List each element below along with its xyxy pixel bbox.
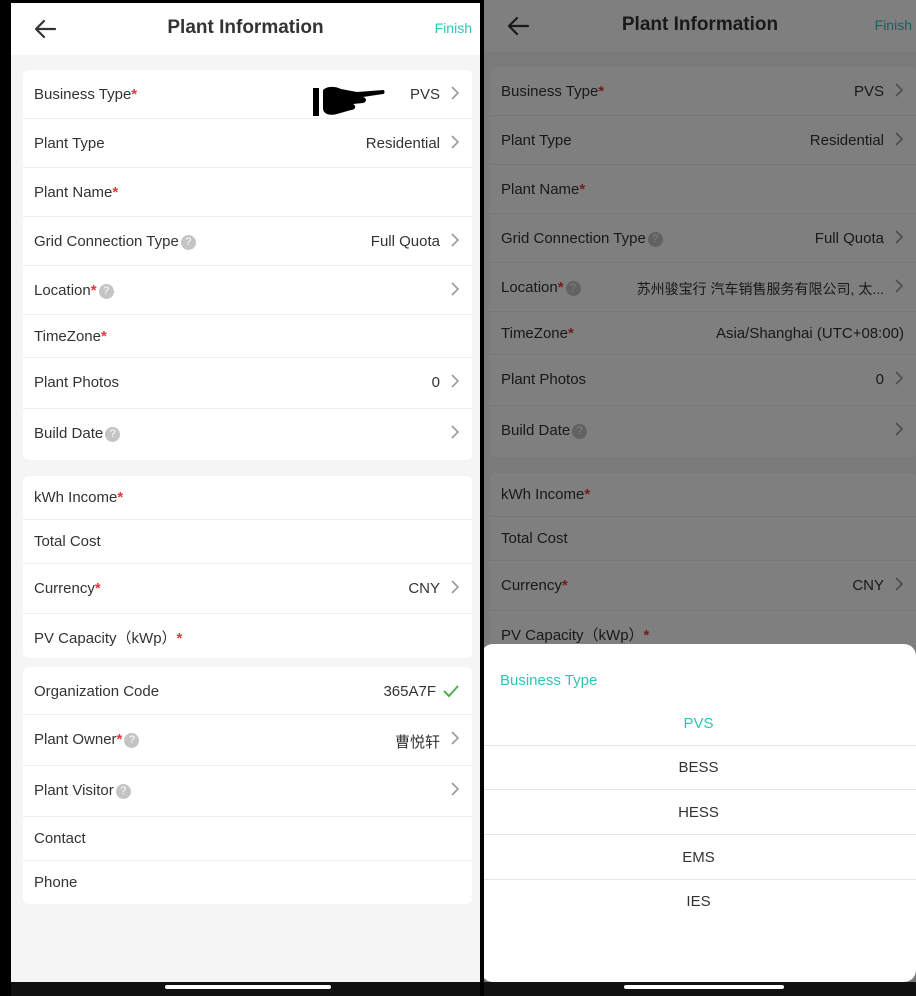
- grid-connection-type-label: Grid Connection Type: [34, 233, 179, 250]
- row-plant-visitor[interactable]: Plant Visitor?: [23, 766, 472, 817]
- row-plant-owner[interactable]: Plant Owner*? 曹悦轩: [23, 715, 472, 766]
- business-type-label: Business Type: [34, 86, 132, 103]
- kwh-income-label: kWh Income: [34, 489, 118, 506]
- option-ies[interactable]: IES: [484, 880, 916, 924]
- row-plant-name[interactable]: Plant Name*: [23, 168, 472, 217]
- chevron-right-icon: [451, 580, 460, 594]
- row-timezone[interactable]: TimeZone*: [23, 315, 472, 358]
- contact-label: Contact: [34, 830, 86, 847]
- row-location[interactable]: Location*?: [23, 266, 472, 315]
- required-star: *: [112, 184, 119, 201]
- row-phone[interactable]: Phone: [23, 861, 472, 904]
- option-ems[interactable]: EMS: [484, 836, 916, 880]
- row-contact[interactable]: Contact: [23, 817, 472, 861]
- chevron-right-icon: [451, 135, 460, 149]
- chevron-right-icon: [451, 425, 460, 439]
- row-business-type[interactable]: Business Type* PVS: [23, 70, 472, 119]
- plant-info-screen-right: Plant Information Finish Business Type* …: [484, 0, 916, 996]
- required-star: *: [100, 328, 107, 345]
- option-pvs[interactable]: PVS: [484, 702, 916, 746]
- chevron-right-icon: [451, 782, 460, 796]
- chevron-right-icon: [451, 731, 460, 745]
- plant-owner-label: Plant Owner: [34, 731, 117, 748]
- currency-label: Currency: [34, 580, 95, 597]
- pv-capacity-label: PV Capacity（kWp）: [34, 630, 177, 647]
- required-star: *: [116, 731, 123, 748]
- grid-connection-type-value: Full Quota: [370, 233, 440, 250]
- currency-value: CNY: [408, 580, 440, 597]
- row-plant-type[interactable]: Plant Type Residential: [23, 119, 472, 168]
- home-indicator[interactable]: [624, 985, 784, 989]
- help-icon[interactable]: ?: [115, 783, 131, 799]
- timezone-label: TimeZone: [34, 328, 101, 345]
- option-hess[interactable]: HESS: [484, 791, 916, 835]
- plant-name-label: Plant Name: [34, 184, 113, 201]
- required-star: *: [117, 489, 124, 506]
- row-pv-capacity[interactable]: PV Capacity（kWp）*: [23, 614, 472, 658]
- row-currency[interactable]: Currency* CNY: [23, 564, 472, 614]
- option-bess[interactable]: BESS: [484, 746, 916, 790]
- organization-code-label: Organization Code: [34, 683, 160, 700]
- finish-button[interactable]: Finish: [435, 20, 472, 36]
- help-icon[interactable]: ?: [98, 283, 114, 299]
- required-star: *: [94, 580, 101, 597]
- chevron-right-icon: [451, 282, 460, 296]
- page-title: Plant Information: [167, 17, 324, 38]
- row-plant-photos[interactable]: Plant Photos 0: [23, 358, 472, 409]
- plant-visitor-label: Plant Visitor: [34, 782, 114, 799]
- required-star: *: [90, 282, 97, 299]
- row-build-date[interactable]: Build Date?: [23, 409, 472, 460]
- location-label: Location: [34, 282, 91, 299]
- help-icon[interactable]: ?: [180, 234, 196, 250]
- help-icon[interactable]: ?: [124, 732, 140, 748]
- plant-type-label: Plant Type: [34, 135, 105, 152]
- header: Plant Information Finish: [11, 3, 480, 55]
- chevron-right-icon: [451, 86, 460, 100]
- row-grid-connection-type[interactable]: Grid Connection Type? Full Quota: [23, 217, 472, 266]
- plant-owner-value: 曹悦轩: [394, 734, 440, 751]
- total-cost-label: Total Cost: [34, 533, 101, 550]
- pointing-hand-icon: [313, 86, 385, 116]
- plant-basic-card: Business Type* PVS Plant Type Residentia…: [23, 70, 472, 460]
- row-organization-code[interactable]: Organization Code 365A7F: [23, 667, 472, 715]
- plant-photos-count: 0: [431, 374, 440, 391]
- plant-info-screen-left: Plant Information Finish Business Type* …: [0, 0, 480, 996]
- chevron-right-icon: [451, 374, 460, 388]
- required-star: *: [131, 86, 138, 103]
- picker-title: Business Type: [500, 672, 598, 689]
- business-type-picker: Business Type PVS BESS HESS EMS IES: [484, 644, 916, 982]
- business-type-value: PVS: [409, 86, 440, 103]
- home-indicator[interactable]: [165, 985, 331, 989]
- financial-card: kWh Income* Total Cost Currency* CNY PV …: [23, 476, 472, 658]
- help-icon[interactable]: ?: [105, 426, 121, 442]
- row-total-cost[interactable]: Total Cost: [23, 520, 472, 564]
- check-icon: [443, 685, 459, 698]
- row-kwh-income[interactable]: kWh Income*: [23, 476, 472, 520]
- plant-type-value: Residential: [365, 135, 440, 152]
- organization-code-value: 365A7F: [383, 683, 436, 700]
- required-star: *: [176, 630, 183, 647]
- ownership-card: Organization Code 365A7F Plant Owner*? 曹…: [23, 667, 472, 904]
- chevron-right-icon: [451, 233, 460, 247]
- plant-photos-label: Plant Photos: [34, 374, 120, 391]
- build-date-label: Build Date: [34, 425, 104, 442]
- phone-label: Phone: [34, 874, 78, 891]
